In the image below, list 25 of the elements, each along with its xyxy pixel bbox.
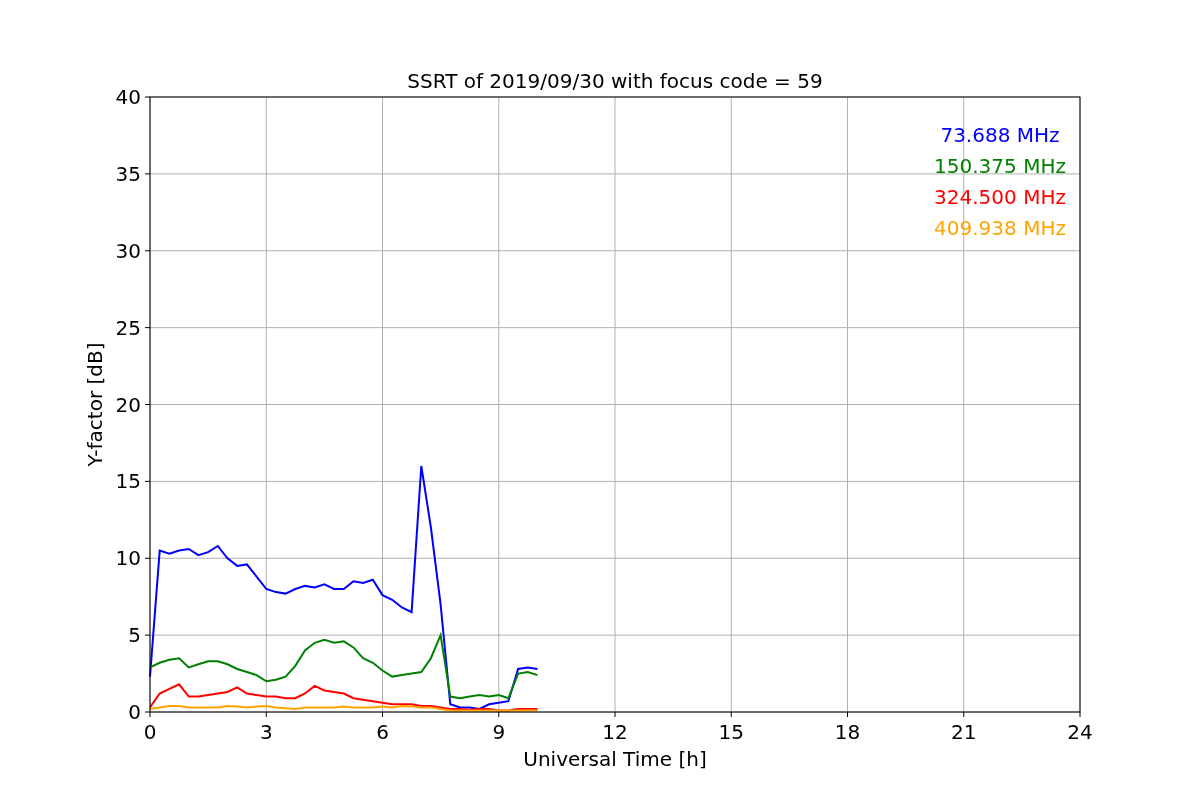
x-tick-label: 0: [143, 720, 157, 744]
chart-title: SSRT of 2019/09/30 with focus code = 59: [407, 69, 823, 93]
y-tick-label: 5: [128, 623, 141, 648]
y-tick-label: 10: [115, 546, 141, 571]
legend-label: 409.938 MHz: [934, 216, 1066, 240]
y-tick-label: 0: [128, 700, 141, 724]
y-tick-label: 15: [115, 469, 141, 494]
y-axis-label: Y-factor [dB]: [83, 342, 107, 467]
x-tick-label: 12: [602, 720, 628, 744]
x-tick-label: 15: [718, 720, 744, 744]
x-tick-label: 6: [376, 720, 389, 744]
y-tick-label: 40: [115, 85, 141, 109]
x-tick-label: 3: [259, 720, 273, 744]
legend-label: 73.688 MHz: [940, 123, 1060, 147]
y-tick-label: 30: [115, 238, 141, 263]
y-tick-label: 20: [115, 392, 141, 417]
legend-label: 324.500 MHz: [934, 185, 1066, 209]
x-tick-label: 18: [834, 720, 861, 744]
x-tick-label: 24: [1067, 720, 1093, 744]
y-tick-label: 35: [115, 161, 141, 186]
y-tick-label: 25: [115, 315, 141, 340]
x-tick-label: 21: [951, 720, 977, 744]
x-tick-label: 9: [492, 720, 506, 744]
legend-label: 150.375 MHz: [934, 154, 1066, 178]
x-axis-label: Universal Time [h]: [523, 747, 707, 771]
